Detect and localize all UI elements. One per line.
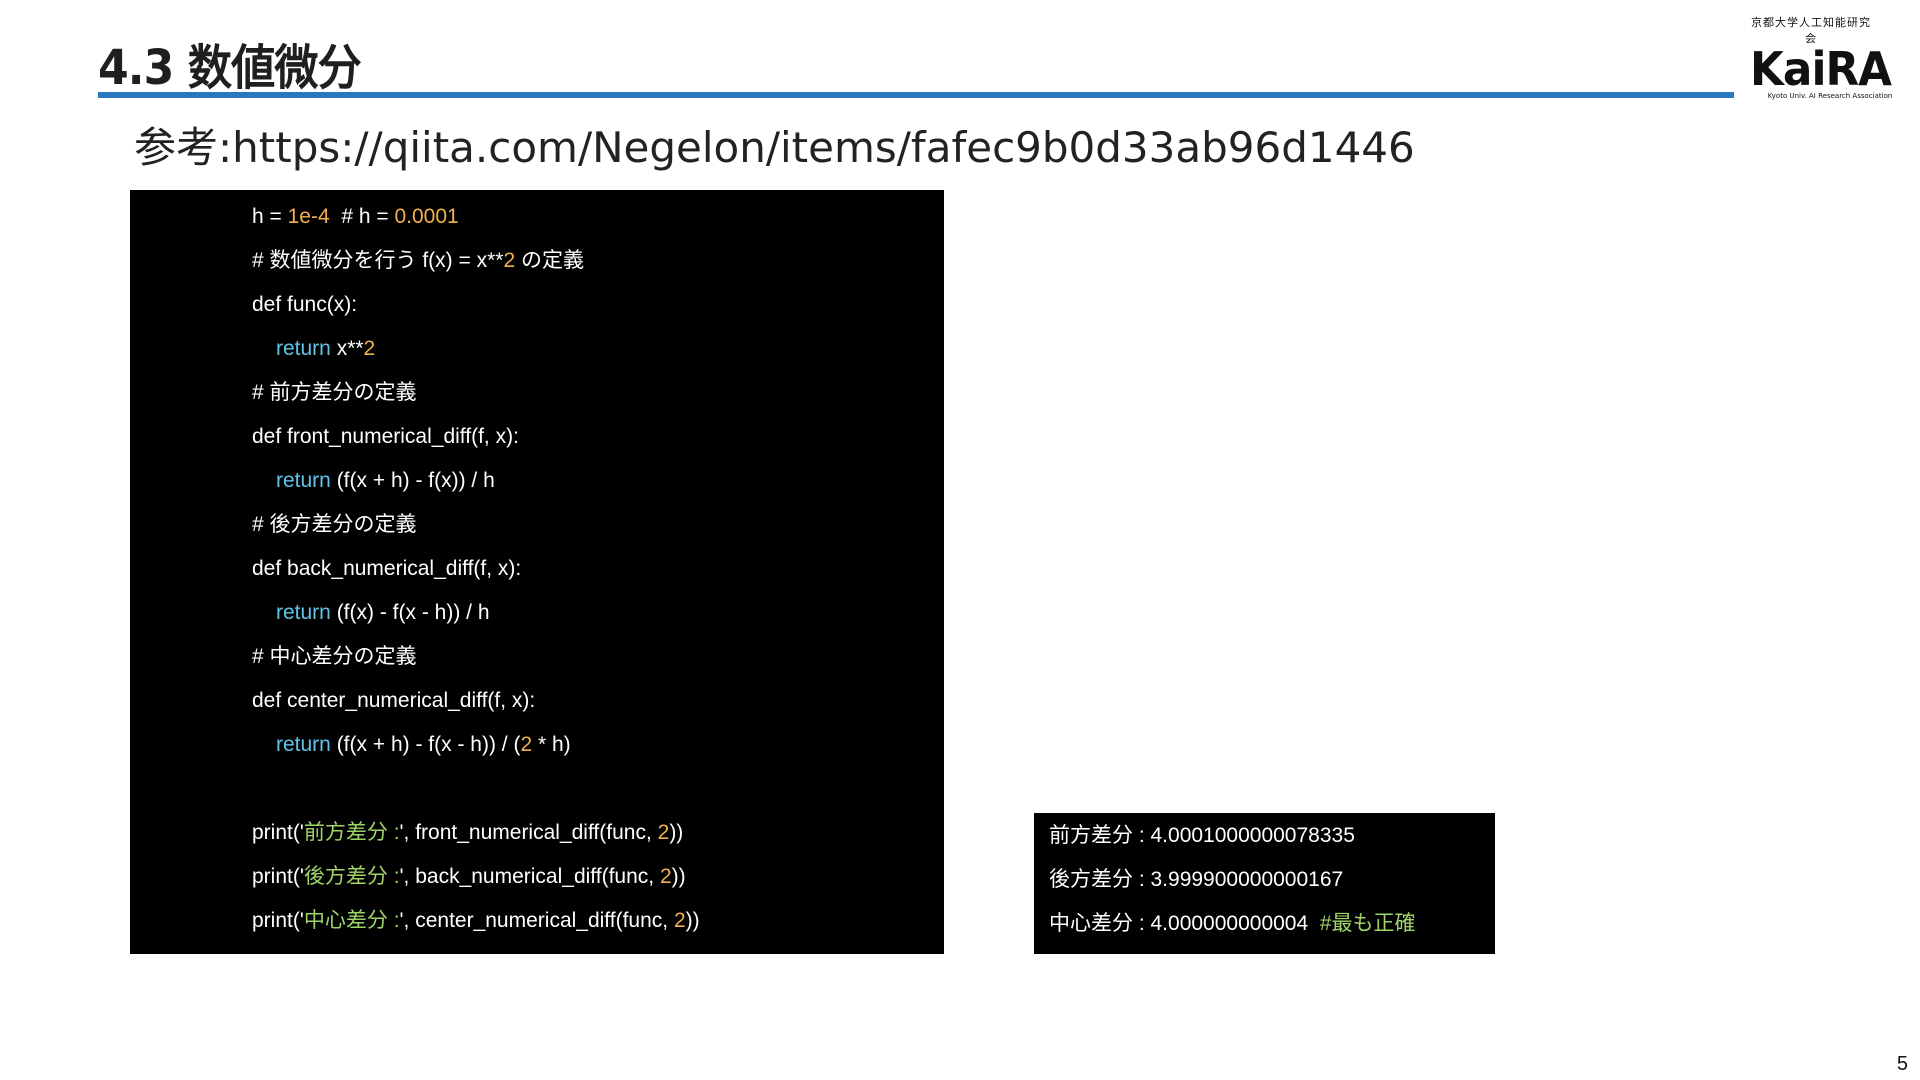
code-string: 前方差分 : xyxy=(303,821,400,844)
code-line: return (f(x) - f(x - h)) / h xyxy=(252,600,490,626)
output-line: 前方差分 : 4.0001000000078335 xyxy=(1049,823,1355,849)
code-line: print('中心差分 :', center_numerical_diff(fu… xyxy=(252,908,700,934)
code-comment: # 中心差分の定義 xyxy=(252,645,417,668)
code-text: def back_numerical_diff(f, x): xyxy=(252,557,522,580)
code-comment: # 後方差分の定義 xyxy=(252,513,417,536)
code-keyword: return xyxy=(276,733,331,756)
code-text: def func(x): xyxy=(252,293,358,316)
output-text: 中心差分 : 4.000000000004 xyxy=(1049,912,1309,935)
code-text: x** xyxy=(330,337,364,360)
code-line: return x**2 xyxy=(252,336,375,362)
code-text: (f(x) - f(x - h)) / h xyxy=(330,601,490,624)
code-text: * h) xyxy=(532,733,571,756)
code-line: h = 1e-4 # h = 0.0001 xyxy=(252,204,459,230)
title-underline xyxy=(98,92,1734,98)
output-line: 中心差分 : 4.000000000004 #最も正確 xyxy=(1049,911,1416,937)
code-text: (f(x + h) - f(x)) / h xyxy=(330,469,495,492)
code-line: def front_numerical_diff(f, x): xyxy=(252,424,519,450)
output-note: #最も正確 xyxy=(1319,912,1416,935)
code-text: print(' xyxy=(252,865,304,888)
slide-title: 4.3 数値微分 xyxy=(98,40,362,96)
code-text: )) xyxy=(669,821,684,844)
code-string: 中心差分 : xyxy=(303,909,400,932)
code-line: print('後方差分 :', back_numerical_diff(func… xyxy=(252,864,686,890)
output-text: 前方差分 : 4.0001000000078335 xyxy=(1049,824,1355,847)
code-text: )) xyxy=(685,909,700,932)
code-text: ', back_numerical_diff(func, xyxy=(399,865,660,888)
code-line: def func(x): xyxy=(252,292,357,318)
code-line: return (f(x + h) - f(x - h)) / (2 * h) xyxy=(252,732,571,758)
output-text: 後方差分 : 3.999900000000167 xyxy=(1049,868,1344,891)
code-line: return (f(x + h) - f(x)) / h xyxy=(252,468,495,494)
code-line: # 中心差分の定義 xyxy=(252,644,417,670)
code-number: 2 xyxy=(363,337,376,360)
code-text: def center_numerical_diff(f, x): xyxy=(252,689,536,712)
code-number: 1e-4 xyxy=(287,205,330,228)
code-line: # 前方差分の定義 xyxy=(252,380,417,406)
code-number: 0.0001 xyxy=(394,205,459,228)
code-number: 2 xyxy=(673,909,686,932)
code-number: 2 xyxy=(520,733,533,756)
code-number: 2 xyxy=(659,865,672,888)
code-text: print(' xyxy=(252,909,304,932)
code-comment: # 数値微分を行う f(x) = x** xyxy=(252,249,504,272)
logo-name: KaiRA xyxy=(1750,42,1892,96)
code-line: # 後方差分の定義 xyxy=(252,512,417,538)
code-text: ', front_numerical_diff(func, xyxy=(399,821,658,844)
code-keyword: return xyxy=(276,337,331,360)
code-number: 2 xyxy=(503,249,516,272)
code-text: ', center_numerical_diff(func, xyxy=(399,909,674,932)
code-line: # 数値微分を行う f(x) = x**2 の定義 xyxy=(252,248,584,274)
code-keyword: return xyxy=(276,469,331,492)
code-string: 後方差分 : xyxy=(303,865,400,888)
code-keyword: return xyxy=(276,601,331,624)
kaira-logo: 京都大学人工知能研究会 KaiRA Kyoto Univ. AI Researc… xyxy=(1750,14,1910,100)
code-line: def back_numerical_diff(f, x): xyxy=(252,556,521,582)
code-text: def front_numerical_diff(f, x): xyxy=(252,425,519,448)
code-text: print(' xyxy=(252,821,304,844)
code-line: def center_numerical_diff(f, x): xyxy=(252,688,535,714)
code-text: )) xyxy=(671,865,686,888)
reference-link[interactable]: 参考:https://qiita.com/Negelon/items/fafec… xyxy=(134,114,1415,175)
code-line: print('前方差分 :', front_numerical_diff(fun… xyxy=(252,820,683,846)
code-block: h = 1e-4 # h = 0.0001 # 数値微分を行う f(x) = x… xyxy=(130,190,944,954)
output-line: 後方差分 : 3.999900000000167 xyxy=(1049,867,1343,893)
code-comment: の定義 xyxy=(515,249,584,272)
code-comment: # 前方差分の定義 xyxy=(252,381,417,404)
page-number: 5 xyxy=(1896,1053,1908,1075)
code-text: (f(x + h) - f(x - h)) / ( xyxy=(330,733,521,756)
code-comment: # h = xyxy=(329,205,395,228)
code-number: 2 xyxy=(657,821,670,844)
output-block: 前方差分 : 4.0001000000078335 後方差分 : 3.99990… xyxy=(1034,813,1495,954)
code-text: h = xyxy=(252,205,288,228)
